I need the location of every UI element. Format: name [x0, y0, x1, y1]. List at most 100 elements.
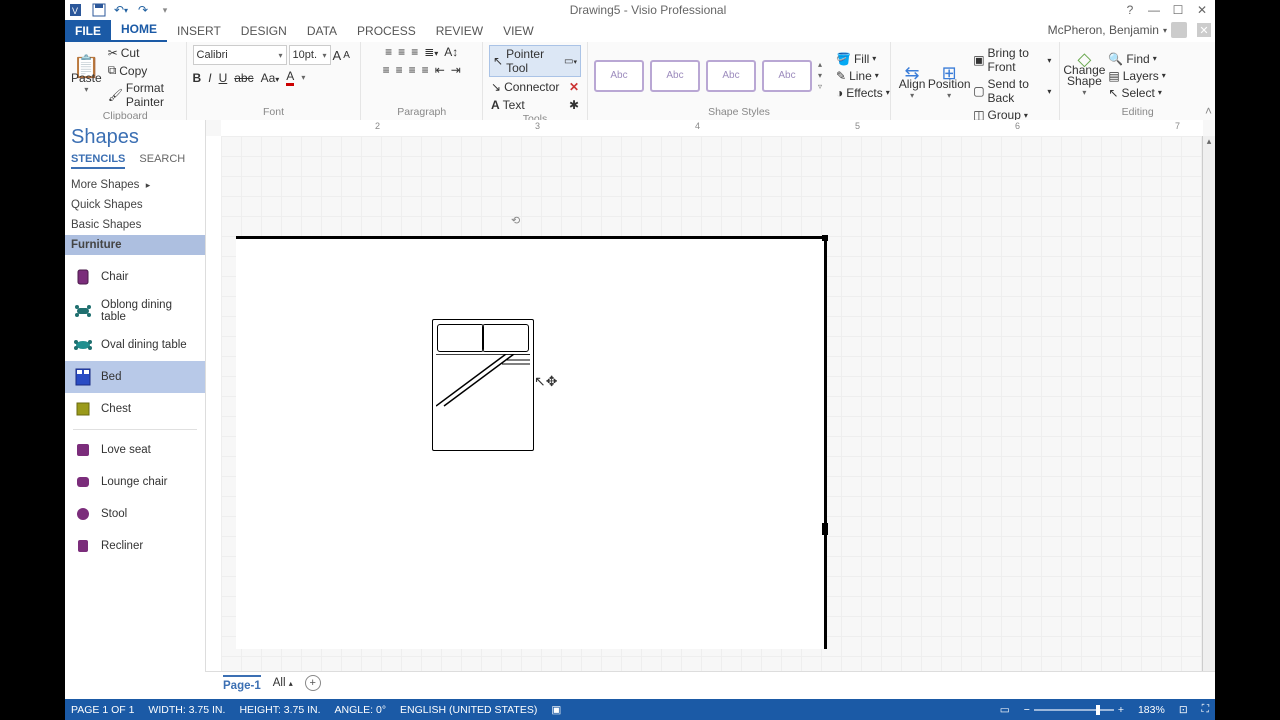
add-page-button[interactable]: +	[305, 675, 321, 691]
align-menu-button[interactable]: ⇆Align▾	[897, 68, 927, 101]
copy-button[interactable]: ⧉Copy	[106, 62, 180, 79]
tab-insert[interactable]: INSERT	[167, 20, 231, 42]
quick-shapes-category[interactable]: Quick Shapes	[65, 195, 205, 215]
furniture-category[interactable]: Furniture	[65, 235, 205, 255]
shape-stool[interactable]: Stool	[65, 498, 205, 530]
zoom-in-icon[interactable]: +	[1118, 704, 1124, 716]
tab-data[interactable]: DATA	[297, 20, 347, 42]
macro-record-icon[interactable]: ▣	[551, 704, 561, 716]
selection-handle[interactable]	[822, 235, 828, 241]
shape-style-2[interactable]: Abc	[650, 60, 700, 92]
vscroll-thumb[interactable]	[1205, 142, 1213, 460]
tab-file[interactable]: FILE	[65, 20, 111, 42]
tab-home[interactable]: HOME	[111, 18, 167, 42]
tab-process[interactable]: PROCESS	[347, 20, 426, 42]
shape-style-1[interactable]: Abc	[594, 60, 644, 92]
drawing-page[interactable]: ↖✥	[236, 236, 827, 649]
undo-icon[interactable]: ↶▾	[113, 2, 129, 18]
fullscreen-icon[interactable]: ⛶	[1202, 703, 1209, 716]
user-avatar-icon[interactable]	[1171, 22, 1187, 38]
user-name[interactable]: McPheron, Benjamin	[1048, 23, 1159, 37]
tab-view[interactable]: VIEW	[493, 20, 544, 42]
tab-review[interactable]: REVIEW	[426, 20, 493, 42]
cut-button[interactable]: ✂Cut	[106, 45, 180, 61]
save-icon[interactable]	[91, 2, 107, 18]
drawing-grid[interactable]: ⟲	[221, 136, 1203, 680]
fill-button[interactable]: 🪣Fill▾	[834, 51, 892, 67]
help-icon[interactable]: ?	[1123, 3, 1137, 17]
select-button[interactable]: ↖Select▾	[1106, 85, 1167, 101]
stencils-tab[interactable]: STENCILS	[71, 153, 125, 169]
justify-button[interactable]: ≡	[422, 63, 429, 77]
basic-shapes-category[interactable]: Basic Shapes	[65, 215, 205, 235]
align-middle-button[interactable]: ≡	[398, 45, 405, 59]
align-left-button[interactable]: ≡	[383, 63, 390, 77]
search-tab[interactable]: SEARCH	[139, 153, 185, 169]
pointer-tool-button[interactable]: ↖Pointer Tool▭▾	[489, 45, 581, 77]
restore-button[interactable]: ☐	[1171, 3, 1185, 17]
shape-oblong-table[interactable]: Oblong dining table	[65, 293, 205, 329]
shape-chair[interactable]: Chair	[65, 261, 205, 293]
subwindow-close-button[interactable]: ✕	[1197, 23, 1211, 37]
align-top-button[interactable]: ≡	[385, 45, 392, 59]
text-direction-button[interactable]: A↕	[444, 45, 458, 59]
status-language[interactable]: ENGLISH (UNITED STATES)	[400, 704, 537, 716]
minimize-button[interactable]: —	[1147, 3, 1161, 17]
more-shapes-link[interactable]: More Shapes ▸	[65, 175, 205, 195]
position-menu-button[interactable]: ⊞Position▾	[931, 68, 967, 101]
underline-button[interactable]: U	[219, 71, 228, 85]
shape-bed[interactable]: Bed	[65, 361, 205, 393]
redo-icon[interactable]: ↷	[135, 2, 151, 18]
grow-font-icon[interactable]: A	[333, 48, 342, 63]
page-tab-all[interactable]: All ▴	[273, 677, 293, 689]
styles-up-icon[interactable]: ▴	[818, 60, 822, 69]
align-right-button[interactable]: ≡	[409, 63, 416, 77]
font-color-button[interactable]: A	[286, 69, 294, 86]
vertical-scrollbar[interactable]: ▴ ▾	[1202, 136, 1215, 680]
change-case-button[interactable]: Aa▾	[261, 71, 280, 85]
bring-to-front-button[interactable]: ▣Bring to Front▾	[971, 45, 1053, 75]
shape-chest[interactable]: Chest	[65, 393, 205, 425]
qat-customize-icon[interactable]: ▾	[157, 2, 173, 18]
shape-style-4[interactable]: Abc	[762, 60, 812, 92]
line-button[interactable]: ✎Line▾	[834, 68, 892, 84]
bed-shape-on-canvas[interactable]	[432, 319, 534, 451]
styles-more-icon[interactable]: ▿	[818, 82, 822, 91]
find-button[interactable]: 🔍Find▾	[1106, 51, 1167, 67]
tab-design[interactable]: DESIGN	[231, 20, 297, 42]
align-bottom-button[interactable]: ≡	[411, 45, 418, 59]
font-family-select[interactable]: Calibri▾	[193, 45, 287, 65]
bold-button[interactable]: B	[193, 71, 202, 85]
connection-point-icon[interactable]: ✱	[569, 98, 579, 112]
close-button[interactable]: ✕	[1195, 3, 1209, 17]
shape-love-seat[interactable]: Love seat	[65, 434, 205, 466]
selection-handle[interactable]	[822, 523, 828, 535]
shape-recliner[interactable]: Recliner	[65, 530, 205, 562]
fit-page-icon[interactable]: ⊡	[1179, 704, 1188, 716]
text-tool-button[interactable]: AText✱	[489, 97, 581, 113]
shape-lounge-chair[interactable]: Lounge chair	[65, 466, 205, 498]
format-painter-button[interactable]: 🖌Format Painter	[106, 80, 180, 110]
align-center-button[interactable]: ≡	[396, 63, 403, 77]
rotation-handle-icon[interactable]: ⟲	[511, 214, 520, 227]
styles-down-icon[interactable]: ▾	[818, 71, 822, 80]
effects-button[interactable]: ◑Effects▾	[834, 85, 892, 101]
send-to-back-button[interactable]: ▢Send to Back▾	[971, 76, 1053, 106]
bullets-button[interactable]: ≣▾	[424, 45, 438, 59]
italic-button[interactable]: I	[208, 71, 211, 85]
page-tab-1[interactable]: Page-1	[223, 675, 261, 692]
layers-button[interactable]: ▤Layers▾	[1106, 68, 1167, 84]
change-shape-button[interactable]: ◇Change Shape▾	[1066, 54, 1102, 98]
presentation-mode-icon[interactable]: ▭	[1000, 704, 1010, 716]
connector-tool-button[interactable]: ↘Connector✕	[489, 79, 581, 95]
zoom-out-icon[interactable]: −	[1024, 704, 1030, 716]
shape-oval-table[interactable]: Oval dining table	[65, 329, 205, 361]
shrink-font-icon[interactable]: A	[343, 50, 350, 61]
zoom-slider[interactable]: − +	[1024, 704, 1124, 716]
strikethrough-button[interactable]: abc	[234, 71, 253, 85]
paste-button[interactable]: 📋 Paste ▾	[71, 61, 102, 95]
decrease-indent-button[interactable]: ⇤	[435, 63, 445, 77]
zoom-level[interactable]: 183%	[1138, 704, 1165, 716]
delete-connector-icon[interactable]: ✕	[569, 80, 579, 94]
shape-style-3[interactable]: Abc	[706, 60, 756, 92]
